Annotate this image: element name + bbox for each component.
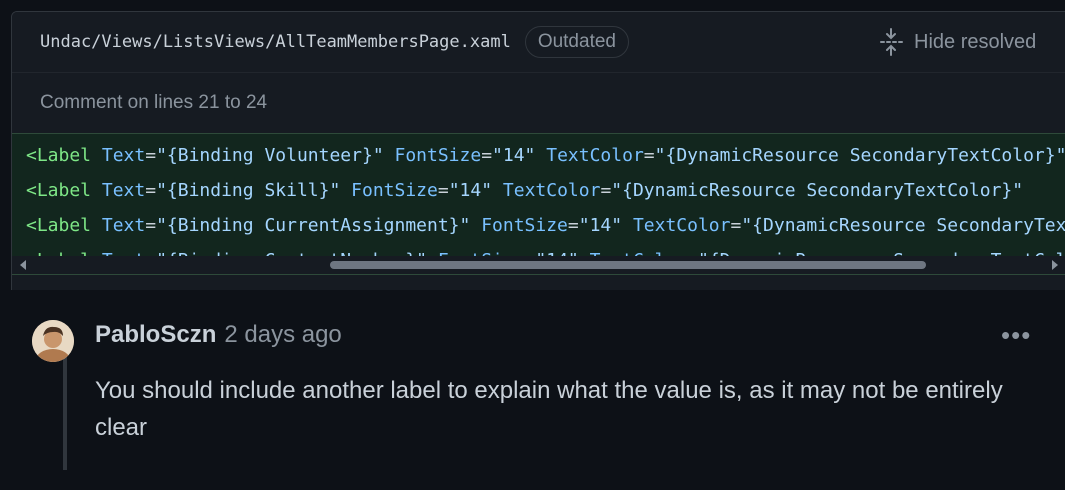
horizontal-scrollbar[interactable] <box>12 256 1065 274</box>
code-string: "{Binding Volunteer}" <box>156 145 384 166</box>
scroll-left-arrow-icon[interactable] <box>20 260 26 270</box>
comment-lines-label: Comment on lines 21 to 24 <box>12 73 1065 133</box>
code-attribute: TextColor <box>502 180 601 201</box>
code-attribute: Text <box>101 180 146 201</box>
hide-resolved-button[interactable]: Hide resolved <box>878 28 1036 56</box>
code-line: <Label Text="{Binding Skill}" FontSize="… <box>26 180 1024 201</box>
code-string: "14" <box>448 180 493 201</box>
scroll-right-arrow-icon[interactable] <box>1052 260 1058 270</box>
outdated-badge: Outdated <box>524 26 629 58</box>
scroll-thumb[interactable] <box>330 261 926 269</box>
code-string: "{DynamicResource SecondaryTextColor}" <box>654 145 1065 166</box>
unfold-icon <box>880 28 903 56</box>
code-string: "{DynamicResource SecondaryTextColor}" <box>741 215 1065 236</box>
file-header: Undac/Views/ListsViews/AllTeamMembersPag… <box>12 12 1065 73</box>
code-string: "{Binding CurrentAssignment}" <box>156 215 471 236</box>
hide-resolved-label: Hide resolved <box>914 30 1037 53</box>
code-snippet: <Label Text="{Binding Volunteer}" FontSi… <box>12 133 1065 275</box>
code-string: "{Binding Skill}" <box>156 180 341 201</box>
code-attribute: FontSize <box>351 180 438 201</box>
code-line: <Label Text="{Binding Volunteer}" FontSi… <box>26 145 1065 166</box>
code-line: <Label Text="{Binding CurrentAssignment}… <box>12 208 1065 243</box>
comment-author[interactable]: PabloSczn <box>95 321 216 349</box>
code-attribute: FontSize <box>394 145 482 166</box>
comment-header: PabloSczn 2 days ago <box>95 321 342 349</box>
code-string: "{DynamicResource SecondaryTextColor}" <box>611 180 1024 201</box>
code-tag: <Label <box>26 145 92 166</box>
code-attribute: TextColor <box>546 145 644 166</box>
thread-line <box>63 350 67 470</box>
more-options-icon[interactable]: ••• <box>1001 320 1031 351</box>
file-path-link[interactable]: Undac/Views/ListsViews/AllTeamMembersPag… <box>40 32 511 52</box>
code-tag: <Label <box>26 180 92 201</box>
code-attribute: Text <box>101 145 146 166</box>
code-tag: <Label <box>26 215 92 236</box>
comment-body: You should include another label to expl… <box>95 377 1003 441</box>
comment: PabloSczn 2 days ago ••• You should incl… <box>11 290 1065 490</box>
user-avatar[interactable] <box>32 320 74 362</box>
comment-time[interactable]: 2 days ago <box>224 321 341 349</box>
code-string: "14" <box>578 215 623 236</box>
code-attribute: FontSize <box>481 215 568 236</box>
code-string: "14" <box>492 145 536 166</box>
code-attribute: Text <box>101 215 146 236</box>
code-attribute: TextColor <box>632 215 731 236</box>
